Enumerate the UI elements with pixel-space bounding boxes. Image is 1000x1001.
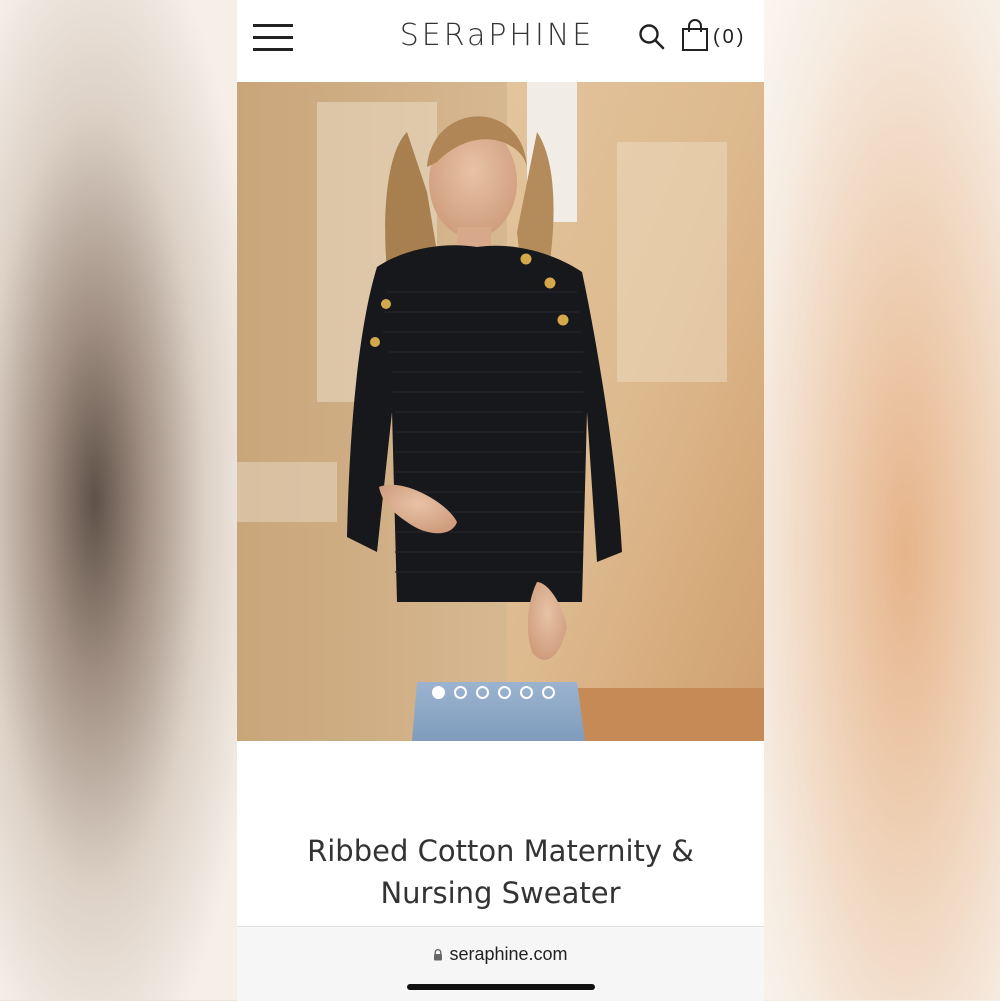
carousel-dot[interactable] — [520, 686, 533, 699]
carousel-dot[interactable] — [542, 686, 555, 699]
browser-address-bar[interactable]: seraphine.com — [237, 926, 764, 1001]
url-display[interactable]: seraphine.com — [237, 944, 764, 965]
hamburger-menu-icon[interactable] — [253, 22, 293, 54]
lock-icon — [434, 949, 443, 961]
product-title: Ribbed Cotton Maternity & Nursing Sweate… — [237, 830, 764, 914]
background-right — [764, 0, 1000, 1000]
search-icon[interactable] — [637, 22, 667, 52]
carousel-dot[interactable] — [476, 686, 489, 699]
product-title-line-2: Nursing Sweater — [380, 876, 621, 910]
carousel-dot[interactable] — [432, 686, 445, 699]
background-left — [0, 0, 237, 1000]
site-header: SERaPHINE (0) — [237, 0, 764, 80]
product-image-carousel[interactable] — [237, 82, 764, 741]
product-photo — [237, 82, 764, 741]
brand-logo[interactable]: SERaPHINE — [387, 18, 607, 53]
phone-screen: SERaPHINE (0) Ribbed Cotton Maternity & … — [237, 0, 764, 1001]
product-title-line-1: Ribbed Cotton Maternity & — [307, 834, 694, 868]
shopping-bag-icon[interactable] — [680, 19, 710, 53]
carousel-pagination — [432, 686, 555, 702]
carousel-dot[interactable] — [454, 686, 467, 699]
home-indicator — [407, 984, 595, 990]
url-text: seraphine.com — [449, 944, 568, 964]
cart-count[interactable]: (0) — [713, 26, 746, 49]
carousel-dot[interactable] — [498, 686, 511, 699]
